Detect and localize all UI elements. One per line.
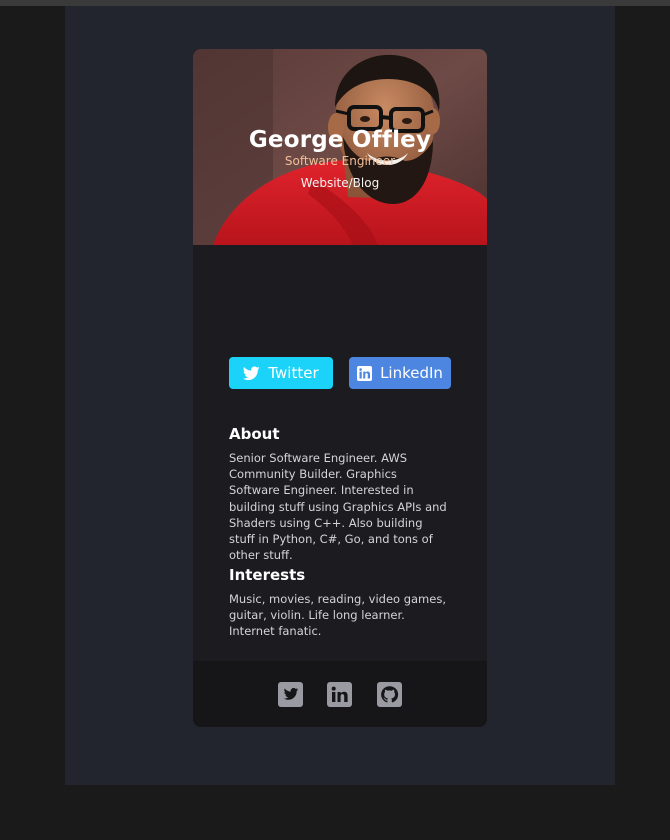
website-blog-link[interactable]: Website/Blog	[193, 175, 487, 191]
card-footer	[193, 661, 487, 727]
twitter-button[interactable]: Twitter	[229, 357, 333, 389]
twitter-icon[interactable]	[278, 682, 303, 707]
about-heading: About	[229, 425, 280, 443]
profile-name: George Offley	[248, 127, 432, 153]
profile-card: George Offley Software Engineer Website/…	[193, 49, 487, 727]
about-text: Senior Software Engineer. AWS Community …	[229, 451, 447, 563]
interests-heading: Interests	[229, 566, 306, 584]
twitter-button-label: Twitter	[268, 364, 319, 382]
github-icon[interactable]	[377, 682, 402, 707]
linkedin-button[interactable]: LinkedIn	[349, 357, 451, 389]
linkedin-button-label: LinkedIn	[380, 364, 443, 382]
linkedin-icon[interactable]	[327, 682, 352, 707]
profile-role: Software Engineer	[284, 154, 396, 168]
interests-text: Music, movies, reading, video games, gui…	[229, 592, 446, 639]
linkedin-icon	[357, 365, 373, 381]
twitter-icon	[243, 365, 261, 381]
